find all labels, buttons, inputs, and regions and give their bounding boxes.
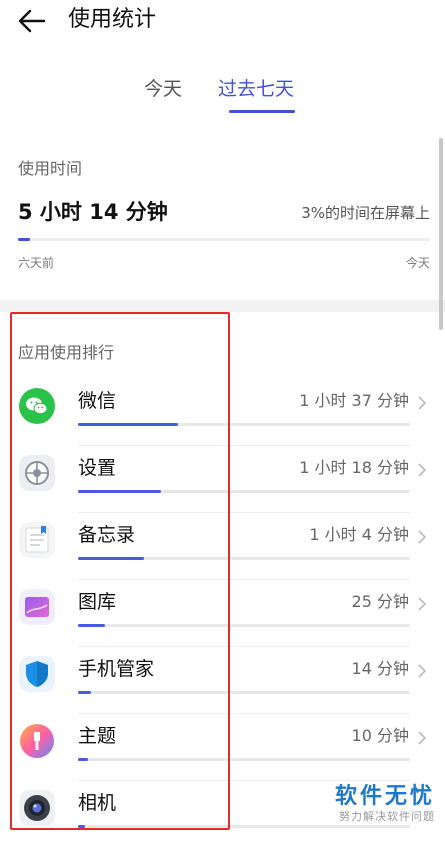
- watermark-subtitle: 努力解决软件问题: [339, 810, 435, 823]
- range-start-label: 六天前: [18, 256, 55, 270]
- app-row-wechat[interactable]: 微信 1 小时 37 分钟: [0, 380, 445, 446]
- usage-ratio: 3%的时间在屏幕上: [301, 204, 430, 222]
- app-usage-bar: [78, 691, 410, 694]
- tab-today[interactable]: 今天: [144, 76, 182, 102]
- app-usage-bar: [78, 490, 410, 493]
- app-usage-bar: [78, 758, 410, 761]
- chevron-right-icon: [418, 731, 427, 745]
- app-name: 备忘录: [78, 524, 136, 546]
- watermark-title: 软件无忧: [334, 784, 435, 809]
- usage-progress-fill: [18, 238, 31, 241]
- page-title: 使用统计: [68, 7, 157, 32]
- chevron-right-icon: [418, 463, 427, 477]
- app-usage-bar: [78, 825, 410, 828]
- row-divider: [78, 646, 410, 647]
- usage-label: 使用时间: [18, 159, 83, 178]
- app-time: 14 分钟: [351, 659, 409, 678]
- app-row-phone-manager[interactable]: 手机管家 14 分钟: [0, 648, 445, 714]
- app-usage-fill: [78, 557, 145, 560]
- app-time: 1 小时 37 分钟: [299, 391, 409, 410]
- app-name: 相机: [78, 792, 117, 814]
- app-time: 1 小时 18 分钟: [299, 458, 409, 477]
- row-divider: [78, 512, 410, 513]
- themes-icon: [19, 723, 55, 759]
- chevron-right-icon: [418, 664, 427, 678]
- row-divider: [78, 445, 410, 446]
- gallery-icon: [19, 589, 55, 625]
- app-name: 手机管家: [78, 658, 155, 680]
- camera-icon: [19, 790, 55, 826]
- usage-summary: 使用时间 5 小时 14 分钟 3%的时间在屏幕上 六天前 今天: [18, 158, 430, 270]
- period-tabs: 今天 过去七天: [0, 76, 445, 116]
- app-name: 主题: [78, 725, 117, 747]
- range-end-label: 今天: [405, 256, 430, 270]
- ranking-title: 应用使用排行: [18, 343, 115, 362]
- app-name: 微信: [78, 390, 117, 412]
- row-divider: [78, 579, 410, 580]
- row-divider: [78, 713, 410, 714]
- chevron-right-icon: [418, 597, 427, 611]
- app-usage-fill: [78, 758, 88, 761]
- section-divider: [0, 300, 445, 312]
- app-usage-fill: [78, 423, 178, 426]
- app-header: 使用统计: [0, 0, 445, 44]
- app-time: 1 小时 4 分钟: [309, 525, 409, 544]
- app-usage-bar: [78, 423, 410, 426]
- app-row-themes[interactable]: 主题 10 分钟: [0, 715, 445, 781]
- tab-past-seven-days[interactable]: 过去七天: [218, 76, 294, 102]
- row-divider: [78, 780, 410, 781]
- app-usage-bar: [78, 557, 410, 560]
- app-usage-fill: [78, 691, 92, 694]
- usage-total: 5 小时 14 分钟: [18, 200, 168, 224]
- notes-icon: [19, 522, 55, 558]
- settings-icon: [19, 455, 55, 491]
- watermark-logo: 软件无忧 努力解决软件问题: [315, 784, 435, 824]
- chevron-right-icon: [418, 396, 427, 410]
- app-time: 25 分钟: [351, 592, 409, 611]
- chevron-right-icon: [418, 530, 427, 544]
- app-usage-fill: [78, 490, 161, 493]
- app-row-gallery[interactable]: 图库 25 分钟: [0, 581, 445, 647]
- app-time: 10 分钟: [351, 726, 409, 745]
- app-usage-fill: [78, 624, 105, 627]
- app-name: 设置: [78, 457, 117, 479]
- active-tab-indicator: [229, 110, 295, 113]
- app-usage-bar: [78, 624, 410, 627]
- app-row-settings[interactable]: 设置 1 小时 18 分钟: [0, 447, 445, 513]
- app-usage-fill: [78, 825, 85, 828]
- phone-manager-icon: [19, 656, 55, 692]
- wechat-icon: [19, 388, 55, 424]
- scrollbar[interactable]: [439, 138, 443, 330]
- usage-progress-bar: [18, 238, 430, 241]
- back-arrow-icon[interactable]: [16, 6, 48, 36]
- app-name: 图库: [78, 591, 117, 613]
- app-row-notes[interactable]: 备忘录 1 小时 4 分钟: [0, 514, 445, 580]
